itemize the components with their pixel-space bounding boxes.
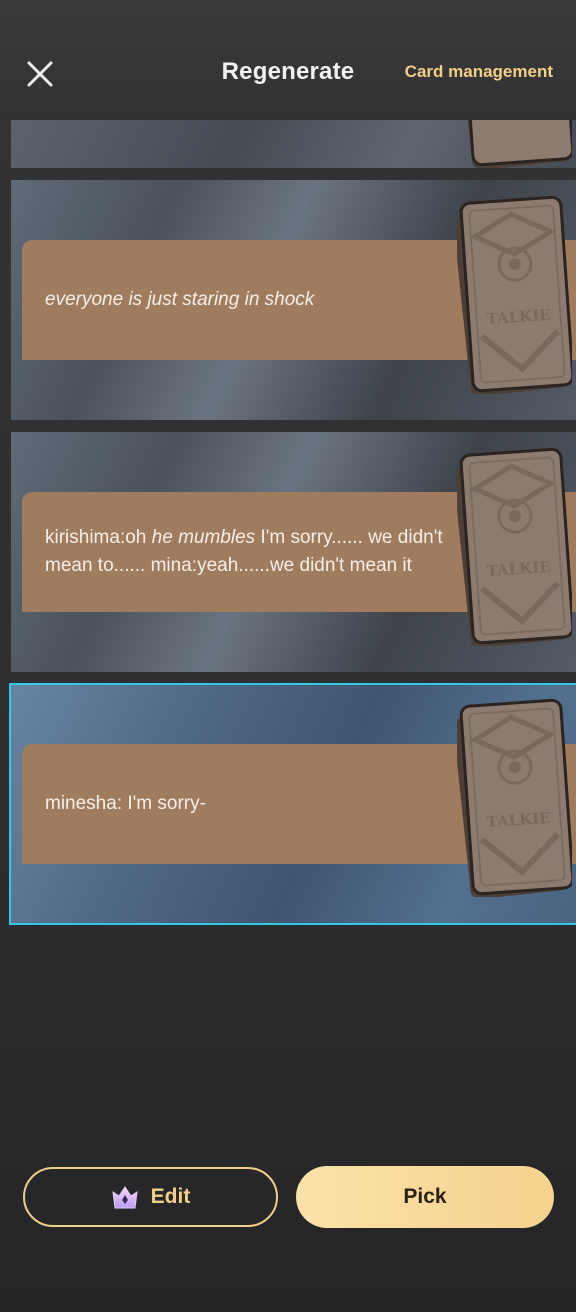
- crown-gem-icon: [112, 1186, 138, 1209]
- message-text: kirishima:oh he mumbles I'm sorry...... …: [45, 527, 443, 576]
- tarot-card-icon: [457, 120, 572, 168]
- message-text: minesha: I'm sorry-: [45, 793, 206, 814]
- tarot-card-icon: TALKIE: [457, 698, 572, 897]
- card-management-link[interactable]: Card management: [405, 62, 553, 82]
- tarot-card-icon: TALKIE: [457, 447, 572, 646]
- option-card-selected[interactable]: minesha: I'm sorry- TALKIE: [9, 683, 576, 925]
- action-bar: Edit Pick: [0, 1140, 576, 1260]
- tarot-card-icon: TALKIE: [457, 195, 572, 394]
- option-card[interactable]: everyone is just staring in shock TALKIE: [11, 180, 576, 420]
- edit-button[interactable]: Edit: [23, 1167, 278, 1227]
- edit-label: Edit: [150, 1185, 191, 1208]
- pick-button[interactable]: Pick: [296, 1166, 554, 1228]
- top-bar: Regenerate Card management: [0, 0, 576, 120]
- option-card[interactable]: [11, 120, 576, 168]
- regenerate-options-list[interactable]: everyone is just staring in shock TALKIE…: [0, 120, 576, 940]
- message-text: everyone is just staring in shock: [45, 289, 315, 310]
- pick-label: Pick: [403, 1185, 447, 1208]
- option-card[interactable]: kirishima:oh he mumbles I'm sorry...... …: [11, 432, 576, 672]
